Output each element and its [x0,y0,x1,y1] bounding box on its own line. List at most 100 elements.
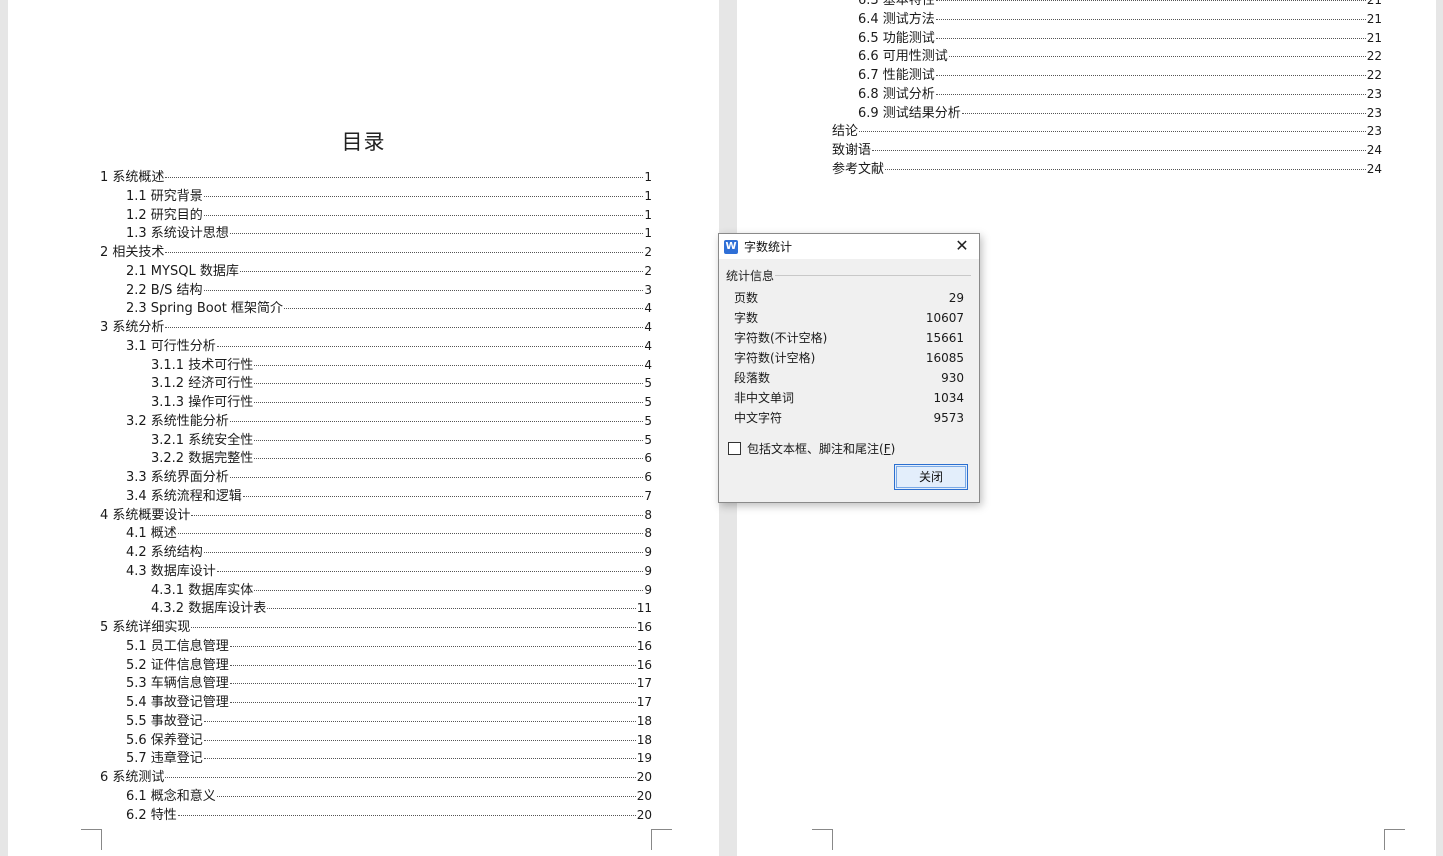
toc-dot-leader [216,795,636,797]
toc-entry[interactable]: 5.5 事故登记 18 [100,712,652,731]
toc-entry[interactable]: 4.3 数据库设计 9 [100,562,652,581]
toc-page-number: 23 [1366,105,1382,120]
toc-entry[interactable]: 6.4 测试方法 21 [832,10,1382,29]
close-button[interactable]: 关闭 [894,464,968,490]
toc-title: 目录 [341,130,386,154]
close-icon[interactable]: ✕ [953,237,971,255]
toc-entry[interactable]: 2.2 B/S 结构 3 [100,281,652,300]
include-textbox-footnote-checkbox[interactable] [728,442,741,455]
toc-entry[interactable]: 5.6 保养登记 18 [100,731,652,750]
toc-page-number: 20 [636,788,652,803]
toc-page-number: 5 [644,432,652,447]
toc-entry[interactable]: 6.7 性能测试 22 [832,66,1382,85]
toc-entry[interactable]: 6.2 特性 20 [100,806,652,825]
toc-entry[interactable]: 3.4 系统流程和逻辑 7 [100,487,652,506]
toc-entry[interactable]: 6.9 测试结果分析 23 [832,104,1382,123]
toc-entry-label: 4.3.2 数据库设计表 [151,601,267,617]
toc-entry[interactable]: 1 系统概述 1 [100,168,652,187]
toc-entry[interactable]: 4.3.1 数据库实体 9 [100,581,652,600]
toc-dot-leader [177,814,636,816]
toc-page-number: 20 [636,770,652,784]
toc-dot-leader [935,37,1366,39]
dialog-titlebar[interactable]: W 字数统计 ✕ [719,234,979,259]
toc-entry-label: 6.9 测试结果分析 [858,105,961,121]
toc-entry[interactable]: 4 系统概要设计 8 [100,506,652,525]
toc-entry-label: 4.3.1 数据库实体 [151,582,254,598]
toc-dot-leader [885,168,1366,170]
toc-entry-label: 2.1 MYSQL 数据库 [126,263,239,279]
toc-entry[interactable]: 5 系统详细实现 16 [100,618,652,637]
toc-entry-label: 3.2.1 系统安全性 [151,432,254,448]
toc-page-number: 18 [636,732,652,747]
toc-entry[interactable]: 3.1.2 经济可行性 5 [100,374,652,393]
checkbox-label[interactable]: 包括文本框、脚注和尾注(F) [747,440,895,457]
toc-entry[interactable]: 5.2 证件信息管理 16 [100,656,652,675]
toc-entry[interactable]: 3.2.2 数据完整性 6 [100,449,652,468]
toc-dot-leader [229,645,636,647]
toc-entry[interactable]: 3 系统分析 4 [100,318,652,337]
toc-entry[interactable]: 1.1 研究背景 1 [100,187,652,206]
toc-entry[interactable]: 2.1 MYSQL 数据库 2 [100,262,652,281]
toc-page-number: 21 [1366,11,1382,26]
stat-label: 字数 [734,311,759,325]
toc-entry[interactable]: 结论 23 [832,122,1382,141]
toc-page-number: 23 [1366,86,1382,101]
toc-entry[interactable]: 3.1 可行性分析 4 [100,337,652,356]
toc-entry[interactable]: 6 系统测试 20 [100,768,652,787]
toc-entry[interactable]: 3.2.1 系统安全性 5 [100,431,652,450]
toc-entry[interactable]: 4.3.2 数据库设计表 11 [100,599,652,618]
toc-page-number: 16 [636,657,652,672]
toc-entry[interactable]: 6.8 测试分析 23 [832,85,1382,104]
toc-entry[interactable]: 5.4 事故登记管理 17 [100,693,652,712]
stat-value: 10607 [925,311,964,325]
toc-dot-leader [254,589,644,591]
toc-page-number: 1 [644,188,652,203]
toc-dot-leader [254,364,644,366]
toc-entry[interactable]: 6.3 基本特性 21 [832,0,1382,10]
toc-entry[interactable]: 参考文献 24 [832,160,1382,179]
toc-page-number: 1 [644,170,652,184]
toc-page-number: 20 [636,807,652,822]
stat-label: 字符数(不计空格) [734,331,828,345]
include-textbox-footnote-option[interactable]: 包括文本框、脚注和尾注(F) [728,440,895,457]
toc-entry[interactable]: 3.1.1 技术可行性 4 [100,356,652,375]
toc-entry[interactable]: 致谢语 24 [832,141,1382,160]
toc-entry[interactable]: 1.2 研究目的 1 [100,206,652,225]
toc-entry[interactable]: 4.2 系统结构 9 [100,543,652,562]
toc-entry-label: 6.1 概念和意义 [126,788,216,804]
toc-dot-leader [203,195,644,197]
toc-dot-leader [216,345,644,347]
toc-entry[interactable]: 3.3 系统界面分析 6 [100,468,652,487]
toc-entry[interactable]: 6.1 概念和意义 20 [100,787,652,806]
toc-entry[interactable]: 4.1 概述 8 [100,524,652,543]
toc-page-number: 3 [644,282,652,297]
toc-entry[interactable]: 6.5 功能测试 21 [832,29,1382,48]
toc-entry[interactable]: 2 相关技术 2 [100,243,652,262]
toc-dot-leader [216,570,644,572]
toc-entry[interactable]: 1.3 系统设计思想 1 [100,224,652,243]
toc-entry[interactable]: 5.1 员工信息管理 16 [100,637,652,656]
stat-row: 字数 10607 [734,308,964,328]
stat-label: 段落数 [734,371,771,385]
toc-entry[interactable]: 2.3 Spring Boot 框架简介 4 [100,299,652,318]
dialog-title: 字数统计 [744,240,793,254]
toc-page-number: 5 [644,376,652,391]
toc-dot-leader [203,214,644,216]
page-corner-mark [81,829,102,850]
toc-page-number: 19 [636,751,652,766]
toc-entry[interactable]: 3.1.3 操作可行性 5 [100,393,652,412]
toc-entry[interactable]: 6.6 可用性测试 22 [832,47,1382,66]
page-corner-mark [1384,829,1405,850]
toc-entry[interactable]: 3.2 系统性能分析 5 [100,412,652,431]
toc-entry[interactable]: 5.3 车辆信息管理 17 [100,674,652,693]
toc-page-number: 16 [636,638,652,653]
toc-dot-leader [165,776,636,778]
toc-page-number: 8 [644,507,652,522]
toc-dot-leader [948,55,1366,58]
document-page-left: 目录 1 系统概述 1 1.1 研究背景 1 1.2 研究目的 1 1.3 系统设计思想 1 2… [8,0,719,856]
stat-value: 29 [948,291,964,305]
toc-entry[interactable]: 5.7 违章登记 19 [100,749,652,768]
toc-page-number: 1 [644,226,652,241]
toc-page-number: 21 [1366,0,1382,7]
toc-entry-label: 3.1.2 经济可行性 [151,376,254,392]
